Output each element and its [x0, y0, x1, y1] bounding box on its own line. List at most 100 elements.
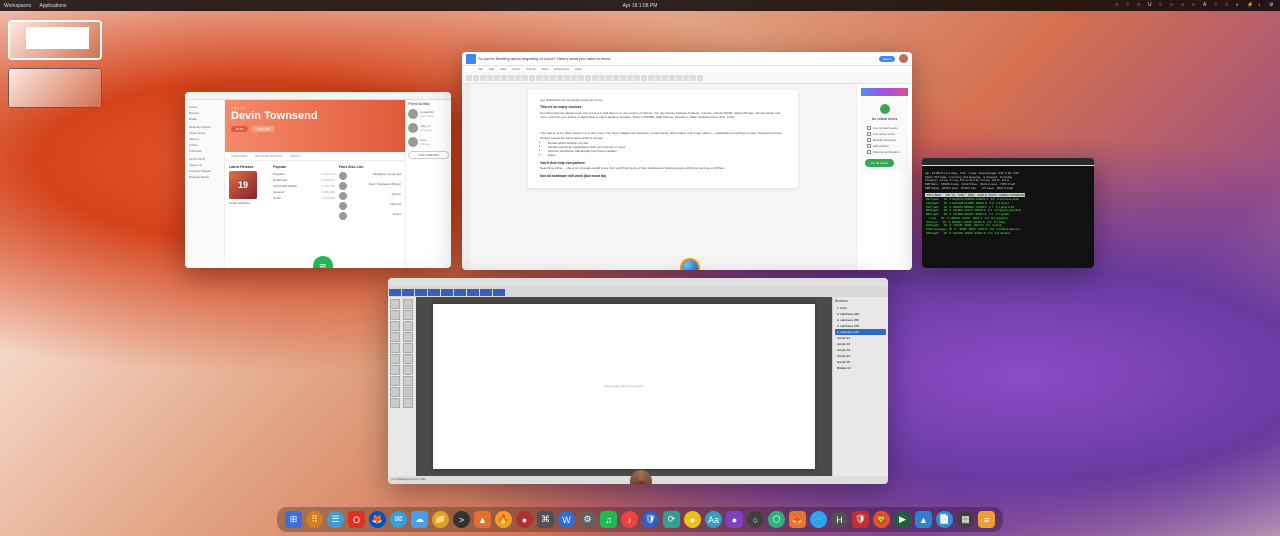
- tool-button[interactable]: [390, 387, 400, 397]
- artist-tab[interactable]: ABOUT: [290, 154, 300, 158]
- toolbar-icon[interactable]: [697, 75, 703, 81]
- history-thumb[interactable]: [415, 289, 427, 296]
- history-thumb[interactable]: [480, 289, 492, 296]
- gimp-window[interactable]: Drop image files here to open Brushes 1.…: [388, 278, 888, 484]
- toolbar-icon[interactable]: [473, 75, 479, 81]
- brush-item[interactable]: Bristles 01: [835, 365, 886, 371]
- dock-app-30[interactable]: ▲: [915, 511, 932, 528]
- menu-item[interactable]: Format: [526, 67, 536, 71]
- dock-app-13[interactable]: W: [558, 511, 575, 528]
- dock-app-5[interactable]: ✉: [390, 511, 407, 528]
- track-row[interactable]: Ih-Ah!4,112,560: [273, 195, 335, 201]
- music-nav-item[interactable]: Release Radar: [187, 174, 222, 180]
- menu-item[interactable]: Edit: [489, 67, 494, 71]
- tool-button[interactable]: [390, 299, 400, 309]
- history-thumb[interactable]: [467, 289, 479, 296]
- history-thumb[interactable]: [454, 289, 466, 296]
- friend-row[interactable]: anonPaused: [408, 137, 449, 147]
- dock-app-0[interactable]: ⊞: [285, 511, 302, 528]
- tray-icon-11[interactable]: ◐: [1236, 2, 1243, 9]
- tool-button[interactable]: [403, 398, 413, 408]
- dock-app-21[interactable]: ●: [726, 511, 743, 528]
- terminal-titlebar[interactable]: [922, 158, 1094, 166]
- toolbar-icon[interactable]: [669, 75, 675, 81]
- toolbar-icon[interactable]: [508, 75, 514, 81]
- document-page[interactable]: one distribution can be aimed at one set…: [528, 90, 798, 188]
- tray-icon-13[interactable]: ♪: [1258, 2, 1265, 9]
- dock-app-17[interactable]: 🛡: [642, 511, 659, 528]
- tool-button[interactable]: [390, 343, 400, 353]
- toolbar-icon[interactable]: [683, 75, 689, 81]
- tool-button[interactable]: [390, 354, 400, 364]
- toolbar-icon[interactable]: [648, 75, 654, 81]
- tray-icon-8[interactable]: A: [1203, 2, 1210, 9]
- toolbar-icon[interactable]: [606, 75, 612, 81]
- history-thumb[interactable]: [493, 289, 505, 296]
- tool-button[interactable]: [390, 398, 400, 408]
- tray-icon-3[interactable]: U: [1148, 2, 1155, 9]
- toolbar-icon[interactable]: [529, 75, 535, 81]
- dock-app-29[interactable]: ▶: [894, 511, 911, 528]
- toolbar-icon[interactable]: [578, 75, 584, 81]
- tray-icon-5[interactable]: ○: [1170, 2, 1177, 9]
- workspaces-button[interactable]: Workspaces: [4, 3, 31, 9]
- toolbar-icon[interactable]: [690, 75, 696, 81]
- toolbar-icon[interactable]: [515, 75, 521, 81]
- toolbar-icon[interactable]: [641, 75, 647, 81]
- related-artist[interactable]: Devin Townsend Project: [339, 181, 401, 191]
- tray-icon-6[interactable]: ○: [1181, 2, 1188, 9]
- menu-item[interactable]: View: [500, 67, 506, 71]
- tray-icon-1[interactable]: ○: [1126, 2, 1133, 9]
- toolbar-icon[interactable]: [522, 75, 528, 81]
- terminal-window[interactable]: top - 13:08:21 up 3 days, 2:41, 1 user, …: [922, 158, 1094, 268]
- toolbar-icon[interactable]: [543, 75, 549, 81]
- toolbar-icon[interactable]: [564, 75, 570, 81]
- avatar[interactable]: [899, 54, 908, 63]
- clock[interactable]: Apr 18 1:08 PM: [623, 3, 658, 9]
- toolbar-icon[interactable]: [466, 75, 472, 81]
- toolbar-icon[interactable]: [662, 75, 668, 81]
- music-player-window[interactable]: HomeBrowseRadioRecently PlayedLiked Song…: [185, 92, 451, 268]
- tray-icon-2[interactable]: ○: [1137, 2, 1144, 9]
- dock-app-28[interactable]: 🦁: [873, 511, 890, 528]
- dock-app-15[interactable]: ♫: [600, 511, 617, 528]
- assistant-suggestion[interactable]: Missing punctuation: [865, 149, 904, 155]
- dock-app-9[interactable]: ▲: [474, 511, 491, 528]
- dock-app-22[interactable]: ○: [747, 511, 764, 528]
- play-button[interactable]: PLAY: [231, 126, 248, 132]
- toolbar-icon[interactable]: [571, 75, 577, 81]
- toolbar-icon[interactable]: [487, 75, 493, 81]
- toolbar-icon[interactable]: [676, 75, 682, 81]
- share-button[interactable]: Share: [879, 56, 895, 62]
- related-artist[interactable]: Ayreon: [339, 191, 401, 201]
- menu-item[interactable]: Insert: [512, 67, 520, 71]
- toolbar-icon[interactable]: [599, 75, 605, 81]
- dock-app-4[interactable]: 🦊: [369, 511, 386, 528]
- tray-icon-9[interactable]: ○: [1214, 2, 1221, 9]
- related-artist[interactable]: Gojira: [339, 211, 401, 221]
- dock-app-14[interactable]: ⚙: [579, 511, 596, 528]
- toolbar-icon[interactable]: [655, 75, 661, 81]
- toolbar-icon[interactable]: [550, 75, 556, 81]
- toolbar-icon[interactable]: [480, 75, 486, 81]
- toolbar-icon[interactable]: [613, 75, 619, 81]
- dock-app-12[interactable]: ⌘: [537, 511, 554, 528]
- dock-app-10[interactable]: 🔥: [495, 511, 512, 528]
- gimp-titlebar[interactable]: [388, 278, 888, 287]
- dock-app-7[interactable]: 📁: [432, 511, 449, 528]
- dock-app-3[interactable]: O: [348, 511, 365, 528]
- toolbar-icon[interactable]: [536, 75, 542, 81]
- history-thumb[interactable]: [428, 289, 440, 296]
- friend-row[interactable]: mike_dKingdom: [408, 123, 449, 133]
- history-thumb[interactable]: [389, 289, 401, 296]
- toolbar-icon[interactable]: [627, 75, 633, 81]
- tool-button[interactable]: [403, 321, 413, 331]
- tool-button[interactable]: [403, 387, 413, 397]
- music-titlebar[interactable]: [185, 92, 451, 100]
- dock-app-2[interactable]: ☰: [327, 511, 344, 528]
- terminal-output[interactable]: top - 13:08:21 up 3 days, 2:41, 1 user, …: [922, 166, 1094, 238]
- dock-app-23[interactable]: ⬡: [768, 511, 785, 528]
- tray-icon-7[interactable]: ○: [1192, 2, 1199, 9]
- tool-button[interactable]: [390, 310, 400, 320]
- dock-app-16[interactable]: ♪: [621, 511, 638, 528]
